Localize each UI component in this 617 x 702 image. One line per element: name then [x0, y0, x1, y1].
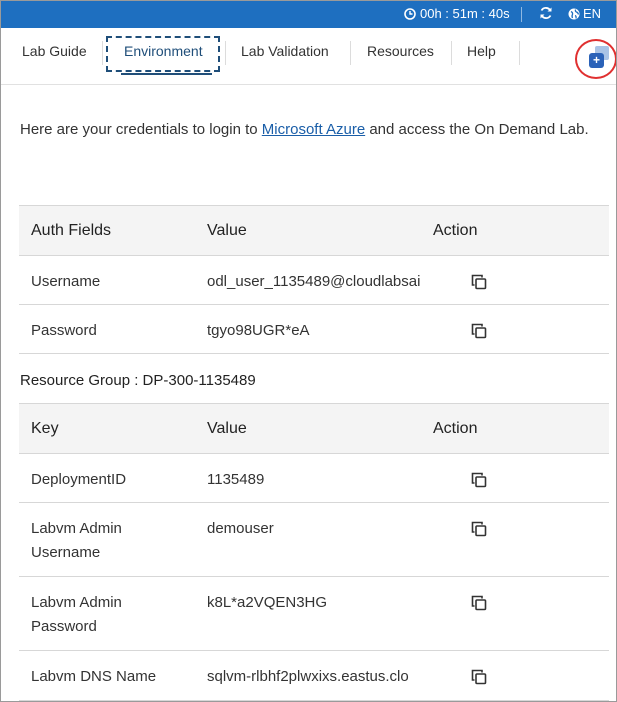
action-cell	[421, 453, 609, 503]
language-label: EN	[583, 6, 602, 21]
table-row: Password tgyo98UGR*eA	[19, 304, 609, 354]
tab-bar: Lab Guide Environment Lab Validation Res…	[1, 28, 616, 85]
column-header: Action	[421, 403, 609, 454]
popout-button[interactable]: +	[575, 39, 616, 79]
tab-divider	[350, 41, 351, 65]
action-cell	[421, 502, 609, 577]
field-value: tgyo98UGR*eA	[195, 304, 421, 354]
language-selector[interactable]: EN	[568, 6, 601, 21]
microsoft-azure-link[interactable]: Microsoft Azure	[262, 121, 365, 138]
action-cell	[421, 576, 609, 651]
topbar-divider	[521, 7, 522, 22]
copy-icon[interactable]	[471, 472, 487, 496]
active-tab-indicator	[121, 73, 212, 75]
copy-icon[interactable]	[471, 521, 487, 545]
resource-group-table: Key Value Action DeploymentID 1135489 La…	[19, 403, 609, 701]
column-header: Auth Fields	[19, 205, 195, 256]
action-cell	[421, 255, 609, 305]
intro-text-end: and access the On Demand Lab.	[365, 121, 589, 138]
key-name: DeploymentID	[19, 453, 195, 503]
table-row: Labvm Admin Username demouser	[19, 502, 609, 577]
key-value: 1135489	[195, 453, 421, 503]
lab-panel: 00h : 51m : 40s EN Lab Guide Environment…	[0, 0, 617, 702]
column-header: Key	[19, 403, 195, 454]
table-header: Key Value Action	[19, 403, 609, 454]
status-bar: 00h : 51m : 40s EN	[1, 1, 616, 28]
tab-resources[interactable]: Resources	[367, 43, 434, 59]
refresh-button[interactable]	[539, 6, 553, 20]
copy-icon[interactable]	[471, 323, 487, 347]
tab-lab-validation[interactable]: Lab Validation	[241, 43, 329, 59]
field-value: odl_user_1135489@cloudlabsai	[195, 255, 421, 305]
key-name: Labvm Admin Username	[19, 502, 195, 577]
action-cell	[421, 650, 609, 701]
column-header: Action	[421, 205, 609, 256]
tab-divider	[102, 41, 103, 65]
tab-lab-guide[interactable]: Lab Guide	[22, 43, 87, 59]
credentials-intro: Here are your credentials to login to Mi…	[20, 117, 600, 142]
credentials-table: Auth Fields Value Action Username odl_us…	[19, 205, 609, 354]
copy-icon[interactable]	[471, 669, 487, 693]
key-name: Labvm DNS Name	[19, 650, 195, 701]
action-cell	[421, 304, 609, 354]
column-header: Value	[195, 403, 421, 454]
tab-divider	[519, 41, 520, 65]
tab-help[interactable]: Help	[467, 43, 496, 59]
table-row: DeploymentID 1135489	[19, 453, 609, 503]
key-value: sqlvm-rlbhf2plwxixs.eastus.clo	[195, 650, 421, 701]
key-value: demouser	[195, 502, 421, 577]
globe-icon	[568, 8, 580, 20]
table-row: Labvm DNS Name sqlvm-rlbhf2plwxixs.eastu…	[19, 650, 609, 701]
tab-environment[interactable]: Environment	[124, 43, 203, 59]
refresh-icon	[539, 6, 553, 20]
resource-group-title: Resource Group : DP-300-1135489	[20, 372, 256, 389]
intro-text: Here are your credentials to login to	[20, 121, 262, 138]
key-name: Labvm Admin Password	[19, 576, 195, 651]
column-header: Value	[195, 205, 421, 256]
tab-divider	[451, 41, 452, 65]
field-name: Password	[19, 304, 195, 354]
table-row: Labvm Admin Password k8L*a2VQEN3HG	[19, 576, 609, 651]
lab-timer: 00h : 51m : 40s	[404, 6, 510, 21]
clock-icon	[404, 7, 416, 20]
table-row: Username odl_user_1135489@cloudlabsai	[19, 255, 609, 305]
copy-icon[interactable]	[471, 274, 487, 298]
copy-icon[interactable]	[471, 595, 487, 619]
table-header: Auth Fields Value Action	[19, 205, 609, 256]
field-name: Username	[19, 255, 195, 305]
tab-divider	[225, 41, 226, 65]
timer-text: 00h : 51m : 40s	[420, 6, 510, 21]
key-value: k8L*a2VQEN3HG	[195, 576, 421, 651]
